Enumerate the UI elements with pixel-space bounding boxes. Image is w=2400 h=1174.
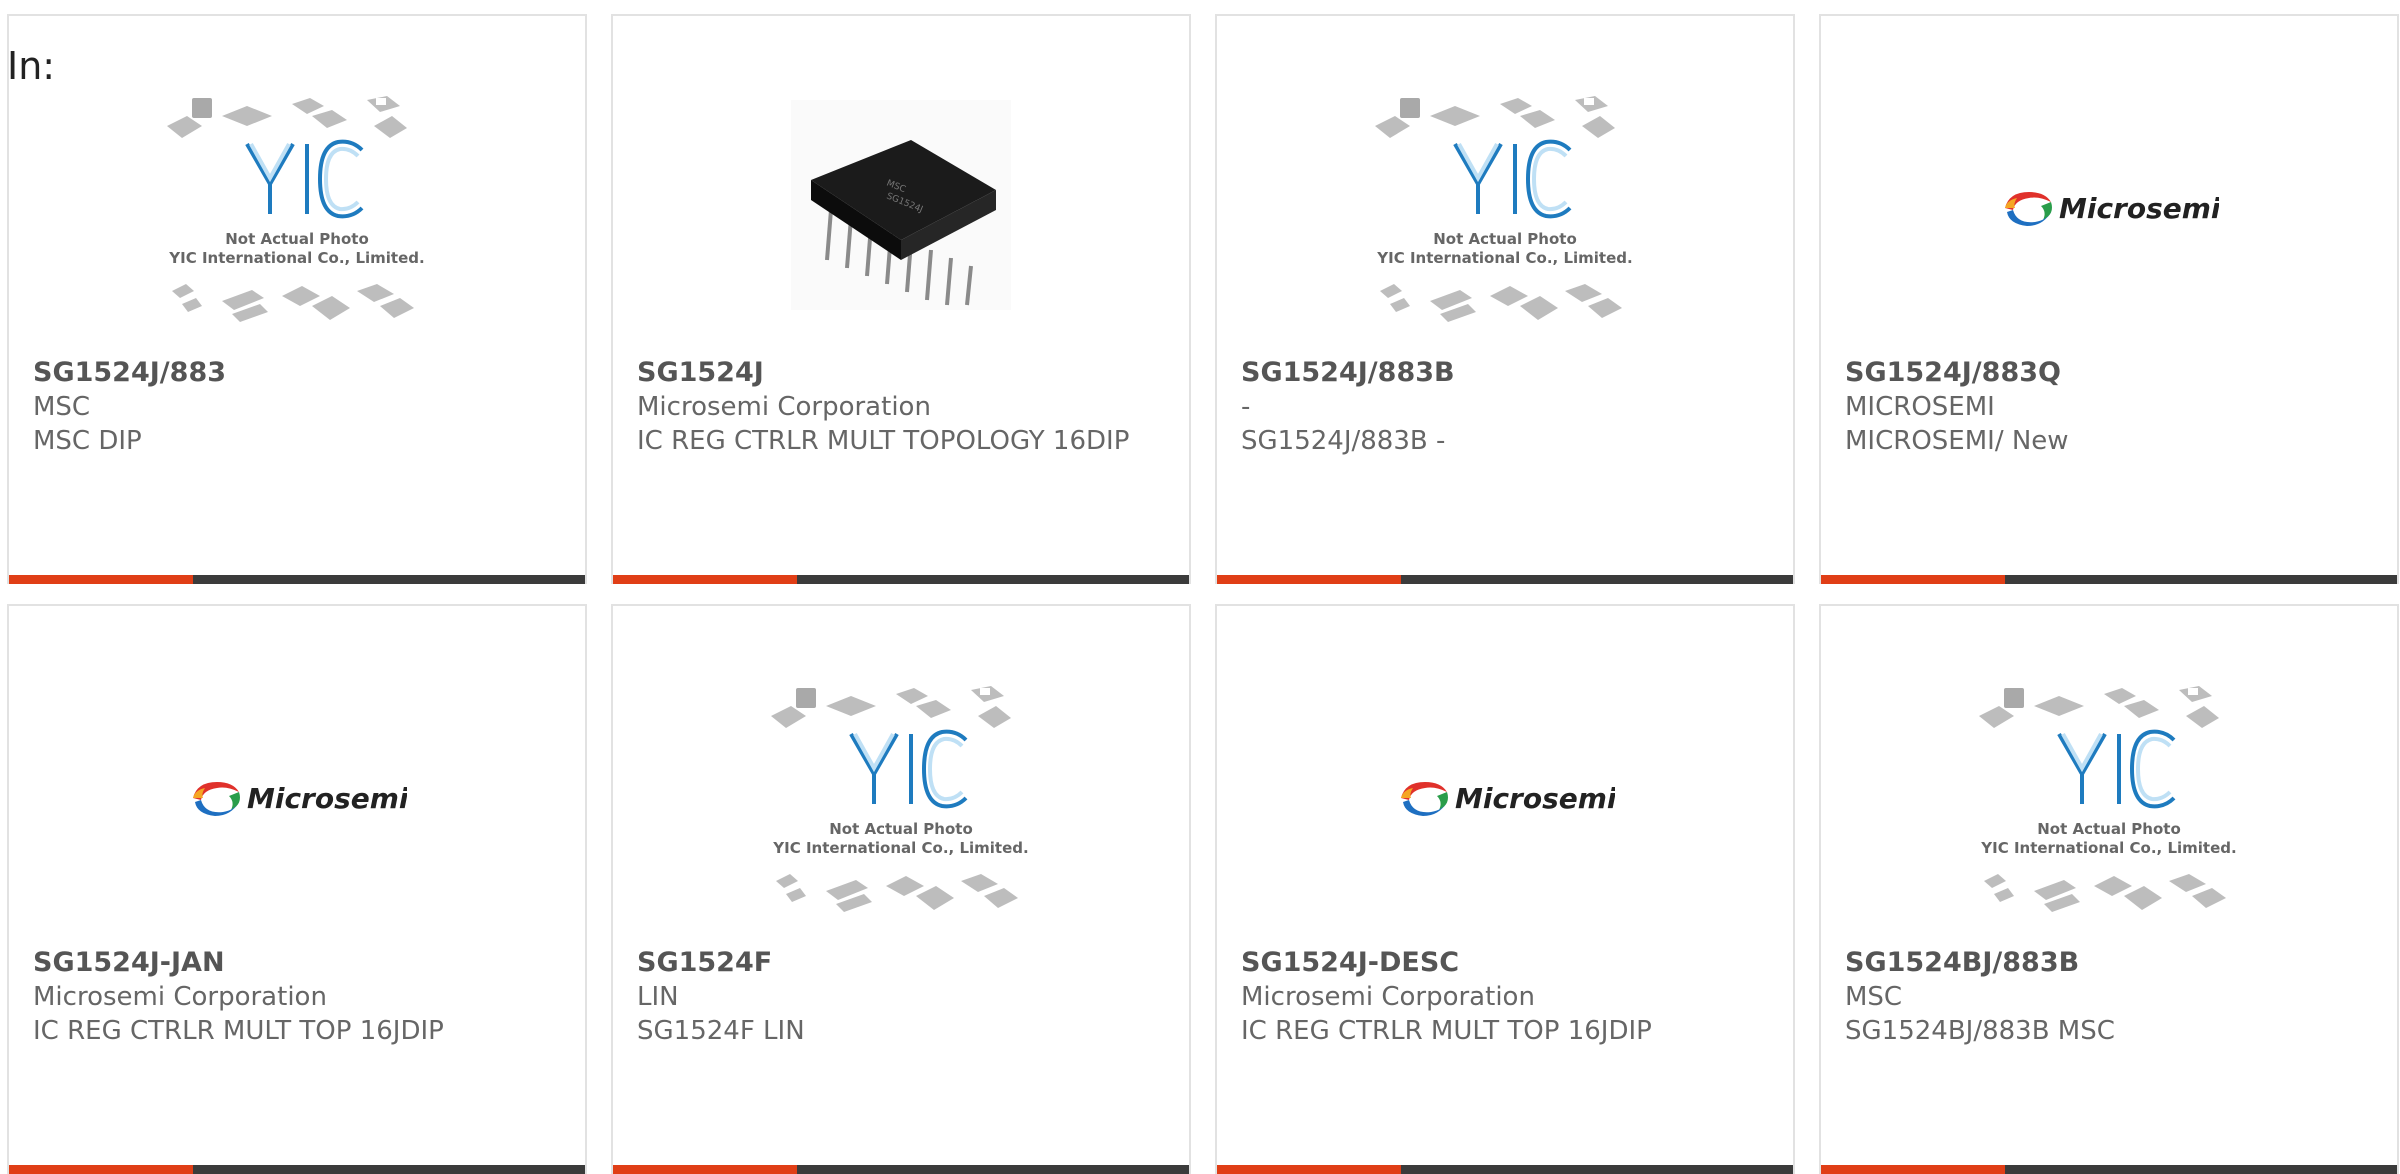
description: MICROSEMI/ New (1845, 426, 2069, 456)
manufacturer: MICROSEMI (1845, 392, 1995, 422)
product-info: SG1524F LIN SG1524F LIN (637, 946, 1165, 1048)
microsemi-logo: Microsemi (2005, 192, 2219, 226)
product-card[interactable]: Not Actual Photo YIC International Co., … (1215, 14, 1795, 584)
product-image[interactable]: MSC SG1524J (613, 86, 1189, 376)
product-info: SG1524J/883 MSC MSC DIP (33, 356, 561, 458)
part-number[interactable]: SG1524J/883B (1241, 356, 1769, 390)
product-card[interactable]: Not Actual Photo YIC International Co., … (1819, 604, 2399, 1174)
card-footer-bar (613, 1165, 1189, 1174)
product-image[interactable]: Microsemi (1821, 86, 2397, 376)
placeholder-company: YIC International Co., Limited. (772, 839, 1028, 857)
product-image[interactable]: Not Actual Photo YIC International Co., … (1821, 676, 2397, 966)
yic-placeholder-image: Not Actual Photo YIC International Co., … (167, 96, 425, 322)
description: IC REG CTRLR MULT TOP 16JDIP (1241, 1016, 1652, 1046)
product-card[interactable]: MSC SG1524J SG1524J Microsemi Corporatio… (611, 14, 1191, 584)
logo-wordmark: Microsemi (2059, 192, 2219, 225)
product-image[interactable]: Not Actual Photo YIC International Co., … (9, 86, 585, 376)
placeholder-company: YIC International Co., Limited. (168, 249, 424, 267)
product-info: SG1524J/883B - SG1524J/883B - (1241, 356, 1769, 458)
manufacturer: Microsemi Corporation (637, 392, 931, 422)
placeholder-caption: Not Actual Photo (2037, 820, 2181, 838)
manufacturer: Microsemi Corporation (1241, 982, 1535, 1012)
card-accent-bar (613, 575, 797, 584)
description: SG1524BJ/883B MSC (1845, 1016, 2115, 1046)
product-card[interactable]: Not Actual Photo YIC International Co., … (7, 14, 587, 584)
card-footer-bar (1217, 1165, 1793, 1174)
product-card[interactable]: Microsemi SG1524J-DESC Microsemi Corpora… (1215, 604, 1795, 1174)
part-number[interactable]: SG1524J-JAN (33, 946, 561, 980)
placeholder-caption: Not Actual Photo (829, 820, 973, 838)
filter-label: In: (7, 44, 56, 88)
card-accent-bar (613, 1165, 797, 1174)
description: IC REG CTRLR MULT TOP 16JDIP (33, 1016, 444, 1046)
part-number[interactable]: SG1524BJ/883B (1845, 946, 2373, 980)
product-card[interactable]: Microsemi SG1524J-JAN Microsemi Corporat… (7, 604, 587, 1174)
product-grid: Not Actual Photo YIC International Co., … (7, 14, 2399, 1174)
card-accent-bar (1217, 1165, 1401, 1174)
logo-wordmark: Microsemi (247, 782, 407, 815)
yic-placeholder-image: Not Actual Photo YIC International Co., … (771, 686, 1029, 912)
placeholder-caption: Not Actual Photo (225, 230, 369, 248)
card-footer-bar (9, 575, 585, 584)
placeholder-company: YIC International Co., Limited. (1376, 249, 1632, 267)
placeholder-caption: Not Actual Photo (1433, 230, 1577, 248)
card-accent-bar (1821, 575, 2005, 584)
description: SG1524F LIN (637, 1016, 805, 1046)
card-footer-bar (9, 1165, 585, 1174)
product-info: SG1524J-DESC Microsemi Corporation IC RE… (1241, 946, 1769, 1048)
part-number[interactable]: SG1524F (637, 946, 1165, 980)
manufacturer: MSC (1845, 982, 1903, 1012)
card-footer-bar (1821, 1165, 2397, 1174)
manufacturer: LIN (637, 982, 679, 1012)
card-footer-bar (1821, 575, 2397, 584)
product-image[interactable]: Not Actual Photo YIC International Co., … (1217, 86, 1793, 376)
manufacturer: Microsemi Corporation (33, 982, 327, 1012)
card-accent-bar (1821, 1165, 2005, 1174)
description: MSC DIP (33, 426, 142, 456)
part-number[interactable]: SG1524J-DESC (1241, 946, 1769, 980)
product-image[interactable]: Microsemi (9, 676, 585, 966)
product-info: SG1524J Microsemi Corporation IC REG CTR… (637, 356, 1165, 458)
placeholder-company: YIC International Co., Limited. (1980, 839, 2236, 857)
product-card[interactable]: Not Actual Photo YIC International Co., … (611, 604, 1191, 1174)
card-accent-bar (9, 1165, 193, 1174)
microsemi-logo: Microsemi (193, 782, 407, 816)
dip-chip-photo: MSC SG1524J (791, 100, 1011, 310)
product-info: SG1524BJ/883B MSC SG1524BJ/883B MSC (1845, 946, 2373, 1048)
logo-wordmark: Microsemi (1455, 782, 1615, 815)
microsemi-logo: Microsemi (1401, 782, 1615, 816)
description: SG1524J/883B - (1241, 426, 1446, 456)
card-footer-bar (1217, 575, 1793, 584)
part-number[interactable]: SG1524J/883 (33, 356, 561, 390)
product-card[interactable]: Microsemi SG1524J/883Q MICROSEMI MICROSE… (1819, 14, 2399, 584)
part-number[interactable]: SG1524J/883Q (1845, 356, 2373, 390)
card-footer-bar (613, 575, 1189, 584)
yic-placeholder-image: Not Actual Photo YIC International Co., … (1979, 686, 2237, 912)
yic-placeholder-image: Not Actual Photo YIC International Co., … (1375, 96, 1633, 322)
manufacturer: MSC (33, 392, 91, 422)
product-image[interactable]: Not Actual Photo YIC International Co., … (613, 676, 1189, 966)
card-accent-bar (1217, 575, 1401, 584)
card-accent-bar (9, 575, 193, 584)
manufacturer: - (1241, 392, 1251, 422)
part-number[interactable]: SG1524J (637, 356, 1165, 390)
product-info: SG1524J-JAN Microsemi Corporation IC REG… (33, 946, 561, 1048)
product-info: SG1524J/883Q MICROSEMI MICROSEMI/ New (1845, 356, 2373, 458)
product-image[interactable]: Microsemi (1217, 676, 1793, 966)
description: IC REG CTRLR MULT TOPOLOGY 16DIP (637, 426, 1130, 456)
